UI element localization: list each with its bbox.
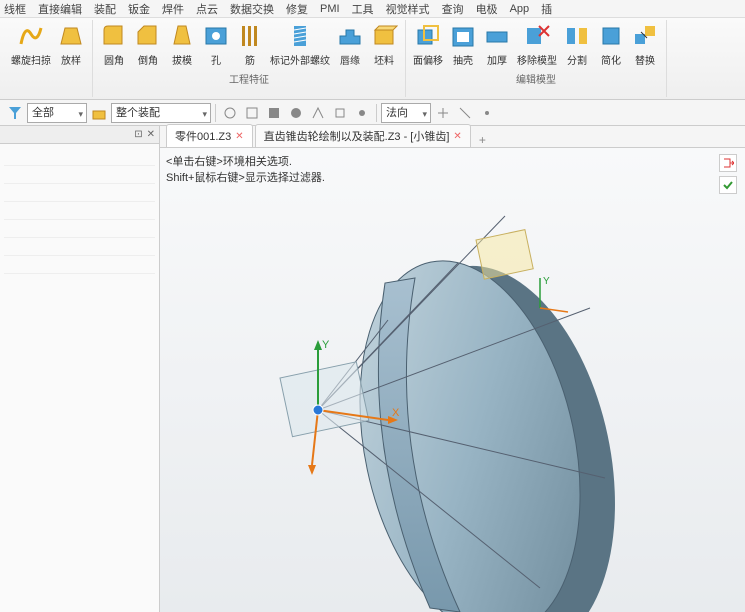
split-icon xyxy=(563,22,591,50)
loft-button[interactable]: 放样 xyxy=(56,20,86,69)
filter-toolbar: 全部 整个装配 法向 xyxy=(0,100,745,126)
view-tool-6[interactable] xyxy=(330,103,350,123)
offset-icon xyxy=(414,22,442,50)
sidebar-row[interactable] xyxy=(4,202,155,220)
face-offset-button[interactable]: 面偏移 xyxy=(412,20,444,69)
tab-part001[interactable]: 零件001.Z3 ✕ xyxy=(166,124,253,147)
ribbon-group-sweep: 螺旋扫掠 放样 xyxy=(4,20,93,97)
simplify-icon xyxy=(597,22,625,50)
orientation-dropdown[interactable]: 法向 xyxy=(381,103,431,123)
view-tool-4[interactable] xyxy=(286,103,306,123)
assembly-scope-dropdown[interactable]: 整个装配 xyxy=(111,103,211,123)
view-tool-3[interactable] xyxy=(264,103,284,123)
sidebar-header: ⊡ ✕ xyxy=(0,126,159,144)
stock-button[interactable]: 坯料 xyxy=(369,20,399,69)
sidebar-row[interactable] xyxy=(4,256,155,274)
sidebar-row[interactable] xyxy=(4,148,155,166)
simplify-button[interactable]: 简化 xyxy=(596,20,626,69)
svg-text:Y: Y xyxy=(543,276,550,287)
menu-item[interactable]: 线框 xyxy=(4,1,26,17)
rib-button[interactable]: 筋 xyxy=(235,20,265,69)
remove-icon xyxy=(523,22,551,50)
view-tool-7[interactable] xyxy=(352,103,372,123)
chamfer-button[interactable]: 倒角 xyxy=(133,20,163,69)
draft-button[interactable]: 拔模 xyxy=(167,20,197,69)
assembly-icon[interactable] xyxy=(89,103,109,123)
orient-tool-1[interactable] xyxy=(433,103,453,123)
sidebar-row[interactable] xyxy=(4,238,155,256)
view-tool-2[interactable] xyxy=(242,103,262,123)
lip-icon xyxy=(336,22,364,50)
hole-button[interactable]: 孔 xyxy=(201,20,231,69)
shell-icon xyxy=(449,22,477,50)
sidebar-pin-icon[interactable]: ⊡ xyxy=(134,129,142,140)
menu-item[interactable]: App xyxy=(510,3,530,15)
menu-item[interactable]: 数据交换 xyxy=(230,1,274,17)
3d-model-render: Y X Y xyxy=(160,148,745,612)
tab-close-icon[interactable]: ✕ xyxy=(235,131,243,142)
svg-text:Y: Y xyxy=(322,339,330,351)
menu-item[interactable]: 焊件 xyxy=(162,1,184,17)
menu-item[interactable]: 查询 xyxy=(442,1,464,17)
thicken-icon xyxy=(483,22,511,50)
sidebar-row[interactable] xyxy=(4,220,155,238)
view-tool-5[interactable] xyxy=(308,103,328,123)
fillet-button[interactable]: 圆角 xyxy=(99,20,129,69)
draft-icon xyxy=(168,22,196,50)
sidebar-panel: ⊡ ✕ xyxy=(0,126,160,612)
ribbon: 螺旋扫掠 放样 圆角 倒角 拔模 孔 筋 标记外部螺纹 唇缘 坯料 工程特征 面… xyxy=(0,18,745,100)
replace-icon xyxy=(631,22,659,50)
thread-button[interactable]: 标记外部螺纹 xyxy=(269,20,331,69)
menu-item[interactable]: 直接编辑 xyxy=(38,1,82,17)
sidebar-close-icon[interactable]: ✕ xyxy=(147,129,155,140)
menu-item[interactable]: 装配 xyxy=(94,1,116,17)
shell-button[interactable]: 抽壳 xyxy=(448,20,478,69)
filter-icon[interactable] xyxy=(5,103,25,123)
menu-bar: 线框 直接编辑 装配 钣金 焊件 点云 数据交换 修复 PMI 工具 视觉样式 … xyxy=(0,0,745,18)
ribbon-group-feature: 圆角 倒角 拔模 孔 筋 标记外部螺纹 唇缘 坯料 工程特征 xyxy=(93,20,406,97)
content-area: 零件001.Z3 ✕ 直齿锥齿轮绘制以及装配.Z3 - [小锥齿] ✕ + <单… xyxy=(160,126,745,612)
replace-button[interactable]: 替换 xyxy=(630,20,660,69)
menu-item[interactable]: 修复 xyxy=(286,1,308,17)
svg-text:X: X xyxy=(392,407,400,419)
tab-label: 零件001.Z3 xyxy=(175,128,231,144)
thread-icon xyxy=(286,22,314,50)
filter-type-dropdown[interactable]: 全部 xyxy=(27,103,87,123)
sidebar-row[interactable] xyxy=(4,166,155,184)
menu-item[interactable]: 工具 xyxy=(352,1,374,17)
helix-sweep-button[interactable]: 螺旋扫掠 xyxy=(10,20,52,69)
stock-icon xyxy=(370,22,398,50)
tab-gear-assembly[interactable]: 直齿锥齿轮绘制以及装配.Z3 - [小锥齿] ✕ xyxy=(255,124,471,147)
menu-item[interactable]: PMI xyxy=(320,3,340,15)
menu-item[interactable]: 电极 xyxy=(476,1,498,17)
menu-item[interactable]: 视觉样式 xyxy=(386,1,430,17)
fillet-icon xyxy=(100,22,128,50)
chamfer-icon xyxy=(134,22,162,50)
tab-close-icon[interactable]: ✕ xyxy=(453,131,461,142)
main-area: ⊡ ✕ 零件001.Z3 ✕ 直齿锥齿轮绘制以及装配.Z3 - [小锥齿] ✕ … xyxy=(0,126,745,612)
orient-tool-2[interactable] xyxy=(455,103,475,123)
thicken-button[interactable]: 加厚 xyxy=(482,20,512,69)
helix-icon xyxy=(17,22,45,50)
menu-item[interactable]: 钣金 xyxy=(128,1,150,17)
split-button[interactable]: 分割 xyxy=(562,20,592,69)
3d-viewport[interactable]: <单击右键>环境相关选项. Shift+鼠标右键>显示选择过滤器. xyxy=(160,148,745,612)
tab-label: 直齿锥齿轮绘制以及装配.Z3 - [小锥齿] xyxy=(264,128,450,144)
loft-icon xyxy=(57,22,85,50)
tab-add-button[interactable]: + xyxy=(473,133,492,147)
ribbon-group-edit: 面偏移 抽壳 加厚 移除模型 分割 简化 替换 编辑模型 xyxy=(406,20,667,97)
orient-tool-3[interactable] xyxy=(477,103,497,123)
document-tabs: 零件001.Z3 ✕ 直齿锥齿轮绘制以及装配.Z3 - [小锥齿] ✕ + xyxy=(160,126,745,148)
menu-item[interactable]: 插 xyxy=(541,1,552,17)
sidebar-body xyxy=(0,144,159,278)
menu-item[interactable]: 点云 xyxy=(196,1,218,17)
sidebar-row[interactable] xyxy=(4,184,155,202)
remove-model-button[interactable]: 移除模型 xyxy=(516,20,558,69)
hole-icon xyxy=(202,22,230,50)
lip-button[interactable]: 唇缘 xyxy=(335,20,365,69)
view-tool-1[interactable] xyxy=(220,103,240,123)
rib-icon xyxy=(236,22,264,50)
